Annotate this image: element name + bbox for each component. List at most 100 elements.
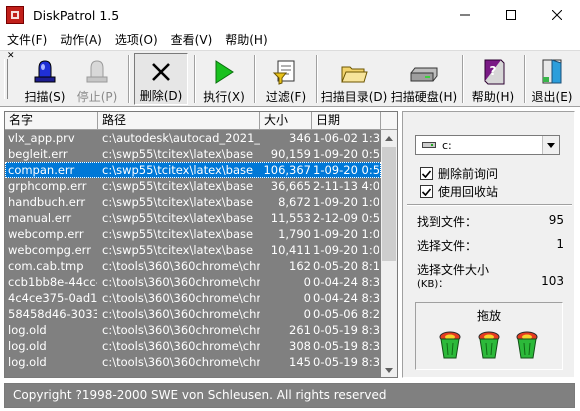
column-header-name[interactable]: 名字 bbox=[5, 112, 98, 130]
maximize-button[interactable] bbox=[488, 0, 534, 30]
file-date: 1-06-02 1:38 bbox=[313, 131, 379, 145]
file-date: 1-09-20 0:55 bbox=[313, 163, 379, 177]
file-name: ccb1bb8e-44cc-4 bbox=[8, 275, 97, 289]
table-row[interactable]: webcompg.err c:\swp55\tcitex\latex\base 10… bbox=[5, 242, 381, 258]
file-path: c:\tools\360\360chrome\chrom bbox=[102, 323, 260, 337]
scroll-thumb[interactable] bbox=[382, 147, 396, 261]
svg-text:?: ? bbox=[490, 64, 497, 78]
vertical-scrollbar[interactable] bbox=[381, 130, 397, 377]
play-triangle-icon bbox=[215, 60, 234, 84]
table-row[interactable]: log.old c:\tools\360\360chrome\chrom 3080-… bbox=[5, 338, 381, 354]
file-date: 0-05-19 8:38 bbox=[313, 323, 379, 337]
file-name: grphcomp.err bbox=[8, 179, 87, 193]
execute-button[interactable]: 执行(X) bbox=[199, 53, 249, 105]
delete-button[interactable]: 删除(D) bbox=[134, 53, 188, 105]
recycle-bin-label: 使用回收站 bbox=[438, 185, 499, 199]
file-name: com.cab.tmp bbox=[8, 259, 84, 273]
minimize-button[interactable] bbox=[442, 0, 488, 30]
recycle-bin-icon[interactable] bbox=[476, 329, 502, 361]
table-row[interactable]: log.old c:\tools\360\360chrome\chrom 2610-… bbox=[5, 322, 381, 338]
menu-action[interactable]: 动作(A) bbox=[53, 30, 108, 50]
table-row[interactable]: manual.err c:\swp55\tcitex\latex\base 11,5… bbox=[5, 210, 381, 226]
scan-button[interactable]: 扫描(S) bbox=[20, 53, 70, 105]
help-label: 帮助(H) bbox=[471, 90, 515, 104]
selected-size-value: 103 bbox=[541, 274, 564, 288]
drag-drop-area[interactable]: 拖放 bbox=[415, 302, 563, 370]
scan-label: 扫描(S) bbox=[24, 90, 66, 104]
column-header-date[interactable]: 日期 bbox=[312, 112, 381, 130]
scan-directory-label: 扫描目录(D) bbox=[320, 90, 388, 104]
table-row[interactable]: vlx_app.prv c:\autodesk\autocad_2021_en 34… bbox=[5, 130, 381, 146]
toolbar-separator bbox=[524, 55, 526, 103]
selected-files-label: 选择文件： bbox=[417, 239, 478, 253]
scan-directory-button[interactable]: 扫描目录(D) bbox=[320, 53, 388, 105]
file-path: c:\tools\360\360chrome\chrom bbox=[102, 275, 260, 289]
menu-options[interactable]: 选项(O) bbox=[108, 30, 164, 50]
chevron-down-icon bbox=[385, 367, 393, 373]
drive-select[interactable]: c: bbox=[415, 135, 560, 155]
column-header-path[interactable]: 路径 bbox=[98, 112, 260, 130]
minimize-icon bbox=[460, 14, 470, 16]
siren-light-blue-icon bbox=[34, 60, 56, 83]
menu-file[interactable]: 文件(F) bbox=[0, 30, 53, 50]
file-path: c:\tools\360\360chrome\chrom bbox=[102, 307, 260, 321]
menu-view[interactable]: 查看(V) bbox=[164, 30, 219, 50]
stop-button[interactable]: 停止(P) bbox=[70, 53, 124, 105]
table-row-selected[interactable]: compan.err c:\swp55\tcitex\latex\base 106,… bbox=[5, 162, 381, 178]
dropdown-button[interactable] bbox=[542, 136, 559, 154]
scan-disk-button[interactable]: 扫描硬盘(H) bbox=[390, 53, 458, 105]
file-size: 90,159 bbox=[270, 147, 311, 161]
exit-button[interactable]: 退出(E) bbox=[528, 53, 576, 105]
recycle-bin-option[interactable]: 使用回收站 bbox=[420, 183, 498, 200]
file-date: 2-12-09 0:57 bbox=[313, 211, 379, 225]
file-name: handbuch.err bbox=[8, 195, 86, 209]
table-row[interactable]: com.cab.tmp c:\tools\360\360chrome\chrom 1… bbox=[5, 258, 381, 274]
file-name: 4c4ce375-0ad1-4 bbox=[8, 291, 97, 305]
column-header-size[interactable]: 大小 bbox=[260, 112, 312, 130]
selected-files-value: 1 bbox=[556, 237, 564, 251]
toolbar-close-icon[interactable]: ✕ bbox=[7, 51, 15, 61]
recycle-bin-icon[interactable] bbox=[514, 329, 540, 361]
close-icon bbox=[552, 10, 562, 20]
scroll-down-arrow[interactable] bbox=[381, 362, 397, 377]
menu-help[interactable]: 帮助(H) bbox=[218, 30, 273, 50]
delete-confirm-option[interactable]: 删除前询问 bbox=[420, 165, 498, 182]
options-panel: c: 删除前询问 使用回收站 找到文件： 95 选择文件： 1 选择文件大小 (… bbox=[402, 111, 575, 378]
file-path: c:\swp55\tcitex\latex\base bbox=[102, 227, 254, 241]
menu-bar: 文件(F) 动作(A) 选项(O) 查看(V) 帮助(H) bbox=[0, 30, 580, 50]
found-files-value: 95 bbox=[548, 213, 564, 227]
file-list[interactable]: 名字 路径 大小 日期 vlx_app.prv c:\autodesk\autoc… bbox=[4, 111, 398, 378]
delete-confirm-checkbox[interactable] bbox=[420, 167, 433, 180]
table-row[interactable]: log.old c:\tools\360\360chrome\chrom 1450-… bbox=[5, 354, 381, 370]
table-row[interactable]: ccb1bb8e-44cc-4 c:\tools\360\360chrome\ch… bbox=[5, 274, 381, 290]
file-rows: vlx_app.prv c:\autodesk\autocad_2021_en 34… bbox=[5, 130, 381, 370]
file-size: 162 bbox=[289, 259, 311, 273]
file-size: 145 bbox=[289, 355, 311, 369]
recycle-bin-checkbox[interactable] bbox=[420, 185, 433, 198]
file-size: 0 bbox=[303, 307, 311, 321]
file-date: 1-09-20 1:00 bbox=[313, 195, 379, 209]
stop-label: 停止(P) bbox=[76, 90, 118, 104]
table-row[interactable]: 4c4ce375-0ad1-4 c:\tools\360\360chrome\ch… bbox=[5, 290, 381, 306]
close-button[interactable] bbox=[534, 0, 580, 30]
filter-button[interactable]: 过滤(F) bbox=[259, 53, 313, 105]
recycle-bin-icon[interactable] bbox=[437, 329, 463, 361]
scroll-up-arrow[interactable] bbox=[381, 130, 397, 146]
file-date: 0-04-24 8:31 bbox=[313, 291, 379, 305]
table-row[interactable]: 58458d46-3033-4 c:\tools\360\360chrome\ch… bbox=[5, 306, 381, 322]
delete-confirm-label: 删除前询问 bbox=[438, 167, 499, 181]
table-row[interactable]: begleit.err c:\swp55\tcitex\latex\base 90,… bbox=[5, 146, 381, 162]
help-button[interactable]: ? 帮助(H) bbox=[466, 53, 520, 105]
file-path: c:\swp55\tcitex\latex\base bbox=[102, 163, 254, 177]
toolbar-grip[interactable]: ✕ bbox=[2, 51, 16, 105]
table-row[interactable]: handbuch.err c:\swp55\tcitex\latex\base 8,… bbox=[5, 194, 381, 210]
app-icon bbox=[6, 6, 24, 24]
drive-value: c: bbox=[442, 138, 452, 152]
table-row[interactable]: webcomp.err c:\swp55\tcitex\latex\base 1,7… bbox=[5, 226, 381, 242]
file-name: compan.err bbox=[8, 163, 75, 177]
file-size: 1,790 bbox=[278, 227, 311, 241]
file-date: 0-04-24 8:31 bbox=[313, 275, 379, 289]
checkmark-icon bbox=[422, 187, 431, 196]
table-row[interactable]: grphcomp.err c:\swp55\tcitex\latex\base 36… bbox=[5, 178, 381, 194]
filter-icon bbox=[272, 60, 295, 85]
